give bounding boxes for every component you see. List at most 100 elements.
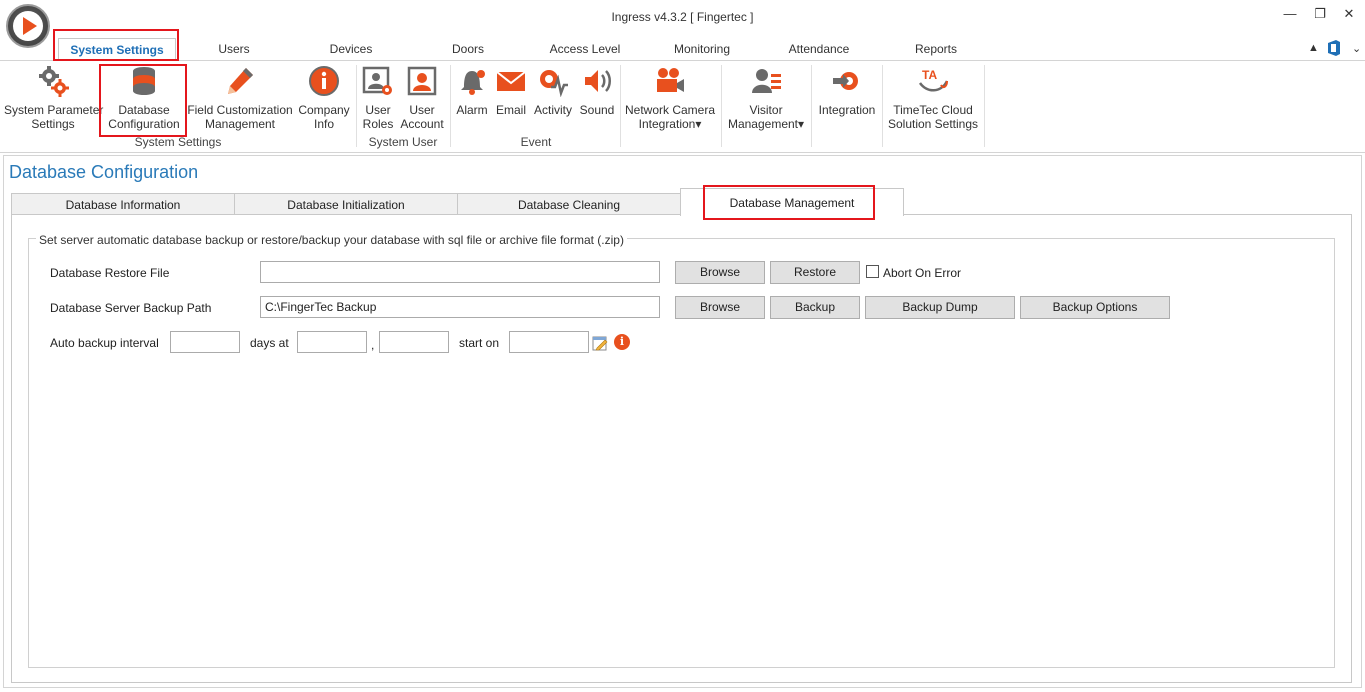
gears-icon [39,66,69,97]
activity-button[interactable]: Activity [531,65,575,117]
ribbon-separator [356,65,357,147]
start-date-input[interactable] [509,331,589,353]
email-button[interactable]: Email [493,65,529,117]
ribbon-label: Info [313,117,334,131]
bell-icon [461,70,485,95]
ribbon-label: Configuration [108,117,180,131]
title-bar: Ingress v4.3.2 [ Fingertec ] — ❐ ✕ [0,0,1365,36]
restore-button[interactable]: ❐ [1309,4,1331,24]
comma-label: , [371,338,375,352]
hour-input[interactable] [297,331,367,353]
sound-button[interactable]: Sound [577,65,617,117]
group-label-system-settings: System Settings [134,135,222,149]
camera-icon [657,68,684,92]
backup-path-input[interactable] [260,296,660,318]
ribbon-separator [450,65,451,147]
info-icon[interactable]: i [614,334,630,350]
restore-file-input[interactable] [260,261,660,283]
office-icon[interactable] [1327,40,1341,59]
interval-days-input[interactable] [170,331,240,353]
ribbon-label: Management [204,117,276,131]
ribbon-label: TimeTec Cloud [893,103,973,117]
chevron-down-icon: ▾ [798,117,805,131]
user-account-icon [407,66,437,96]
app-logo-icon[interactable] [6,4,50,48]
backup-button[interactable]: Backup [770,296,860,319]
ribbon-label: Integration [818,103,876,117]
ribbon-label: Integration▾ [638,117,702,131]
abort-on-error-label: Abort On Error [883,266,962,280]
menu-tab-devices[interactable]: Devices [316,42,386,56]
timetec-logo-text: TA [922,68,937,82]
ribbon-label: Solution Settings [887,117,979,131]
auto-backup-label: Auto backup interval [50,336,159,350]
ribbon-label: Management▾ [727,117,805,131]
user-roles-icon [362,66,392,95]
group-label-system-user: System User [368,135,438,149]
page-title: Database Configuration [9,162,199,182]
company-info-button[interactable]: Company Info [296,65,352,131]
timetec-cloud-solution-settings-button[interactable]: TA TimeTec Cloud Solution Settings [884,65,982,131]
activity-icon [540,70,568,97]
minimize-button[interactable]: — [1279,4,1301,24]
groupbox-caption: Set server automatic database backup or … [36,233,627,247]
start-on-label: start on [459,336,500,350]
menu-tab-attendance[interactable]: Attendance [779,42,859,56]
close-button[interactable]: ✕ [1338,4,1360,24]
ribbon-label: Activity [533,103,572,117]
menu-tab-doors[interactable]: Doors [438,42,498,56]
ribbon-separator [811,65,812,147]
menu-tab-reports[interactable]: Reports [901,42,971,56]
ribbon-label: User [409,103,435,117]
ribbon-label: Database [118,103,170,117]
minute-input[interactable] [379,331,449,353]
ribbon-separator [721,65,722,147]
calendar-edit-icon[interactable] [592,335,608,351]
network-camera-integration-button[interactable]: Network Camera Integration▾ [622,65,718,131]
ribbon-separator [882,65,883,147]
restore-button[interactable]: Restore [770,261,860,284]
alarm-button[interactable]: Alarm [453,65,491,117]
info-icon [309,66,339,96]
restore-file-label: Database Restore File [50,266,170,280]
timetec-icon: TA [918,68,949,92]
integration-button[interactable]: Integration [813,65,881,117]
tab-database-cleaning[interactable]: Database Cleaning [457,193,681,215]
ribbon-label: Settings [31,117,75,131]
menu-tab-system-settings[interactable]: System Settings [58,38,176,61]
user-roles-button[interactable]: User Roles [359,65,397,131]
integration-icon [833,72,858,90]
backup-options-button[interactable]: Backup Options [1020,296,1170,319]
database-icon [133,67,155,95]
days-at-label: days at [250,336,289,350]
abort-on-error-checkbox[interactable] [866,265,879,278]
tab-database-management[interactable]: Database Management [680,188,904,216]
ribbon: System Parameter Settings Database Confi… [0,61,1365,153]
ribbon-label: Field Customization [187,103,293,117]
ribbon-label: Email [495,103,526,117]
ribbon-separator [620,65,621,147]
pencil-icon [228,68,253,94]
menu-tab-access-level[interactable]: Access Level [540,42,630,56]
menu-tab-monitoring[interactable]: Monitoring [662,42,742,56]
help-dropdown-icon[interactable]: ⌄ [1352,42,1361,55]
collapse-ribbon-icon[interactable]: ▲ [1308,42,1319,54]
ribbon-label: Account [400,117,444,131]
ribbon-label: Roles [362,117,394,131]
database-configuration-button[interactable]: Database Configuration [103,65,185,131]
menu-tab-users[interactable]: Users [204,42,264,56]
tab-database-initialization[interactable]: Database Initialization [234,193,458,215]
field-customization-management-button[interactable]: Field Customization Management [187,65,293,131]
backup-browse-button[interactable]: Browse [675,296,765,319]
ribbon-separator [984,65,985,147]
ribbon-label: Alarm [456,103,488,117]
tab-database-information[interactable]: Database Information [11,193,235,215]
window-title: Ingress v4.3.2 [ Fingertec ] [611,10,754,24]
backup-dump-button[interactable]: Backup Dump [865,296,1015,319]
system-parameter-settings-button[interactable]: System Parameter Settings [4,65,103,131]
user-account-button[interactable]: User Account [399,65,445,131]
ribbon-label: Sound [579,103,615,117]
restore-browse-button[interactable]: Browse [675,261,765,284]
chevron-down-icon: ▾ [695,117,702,131]
visitor-management-button[interactable]: Visitor Management▾ [723,65,809,131]
